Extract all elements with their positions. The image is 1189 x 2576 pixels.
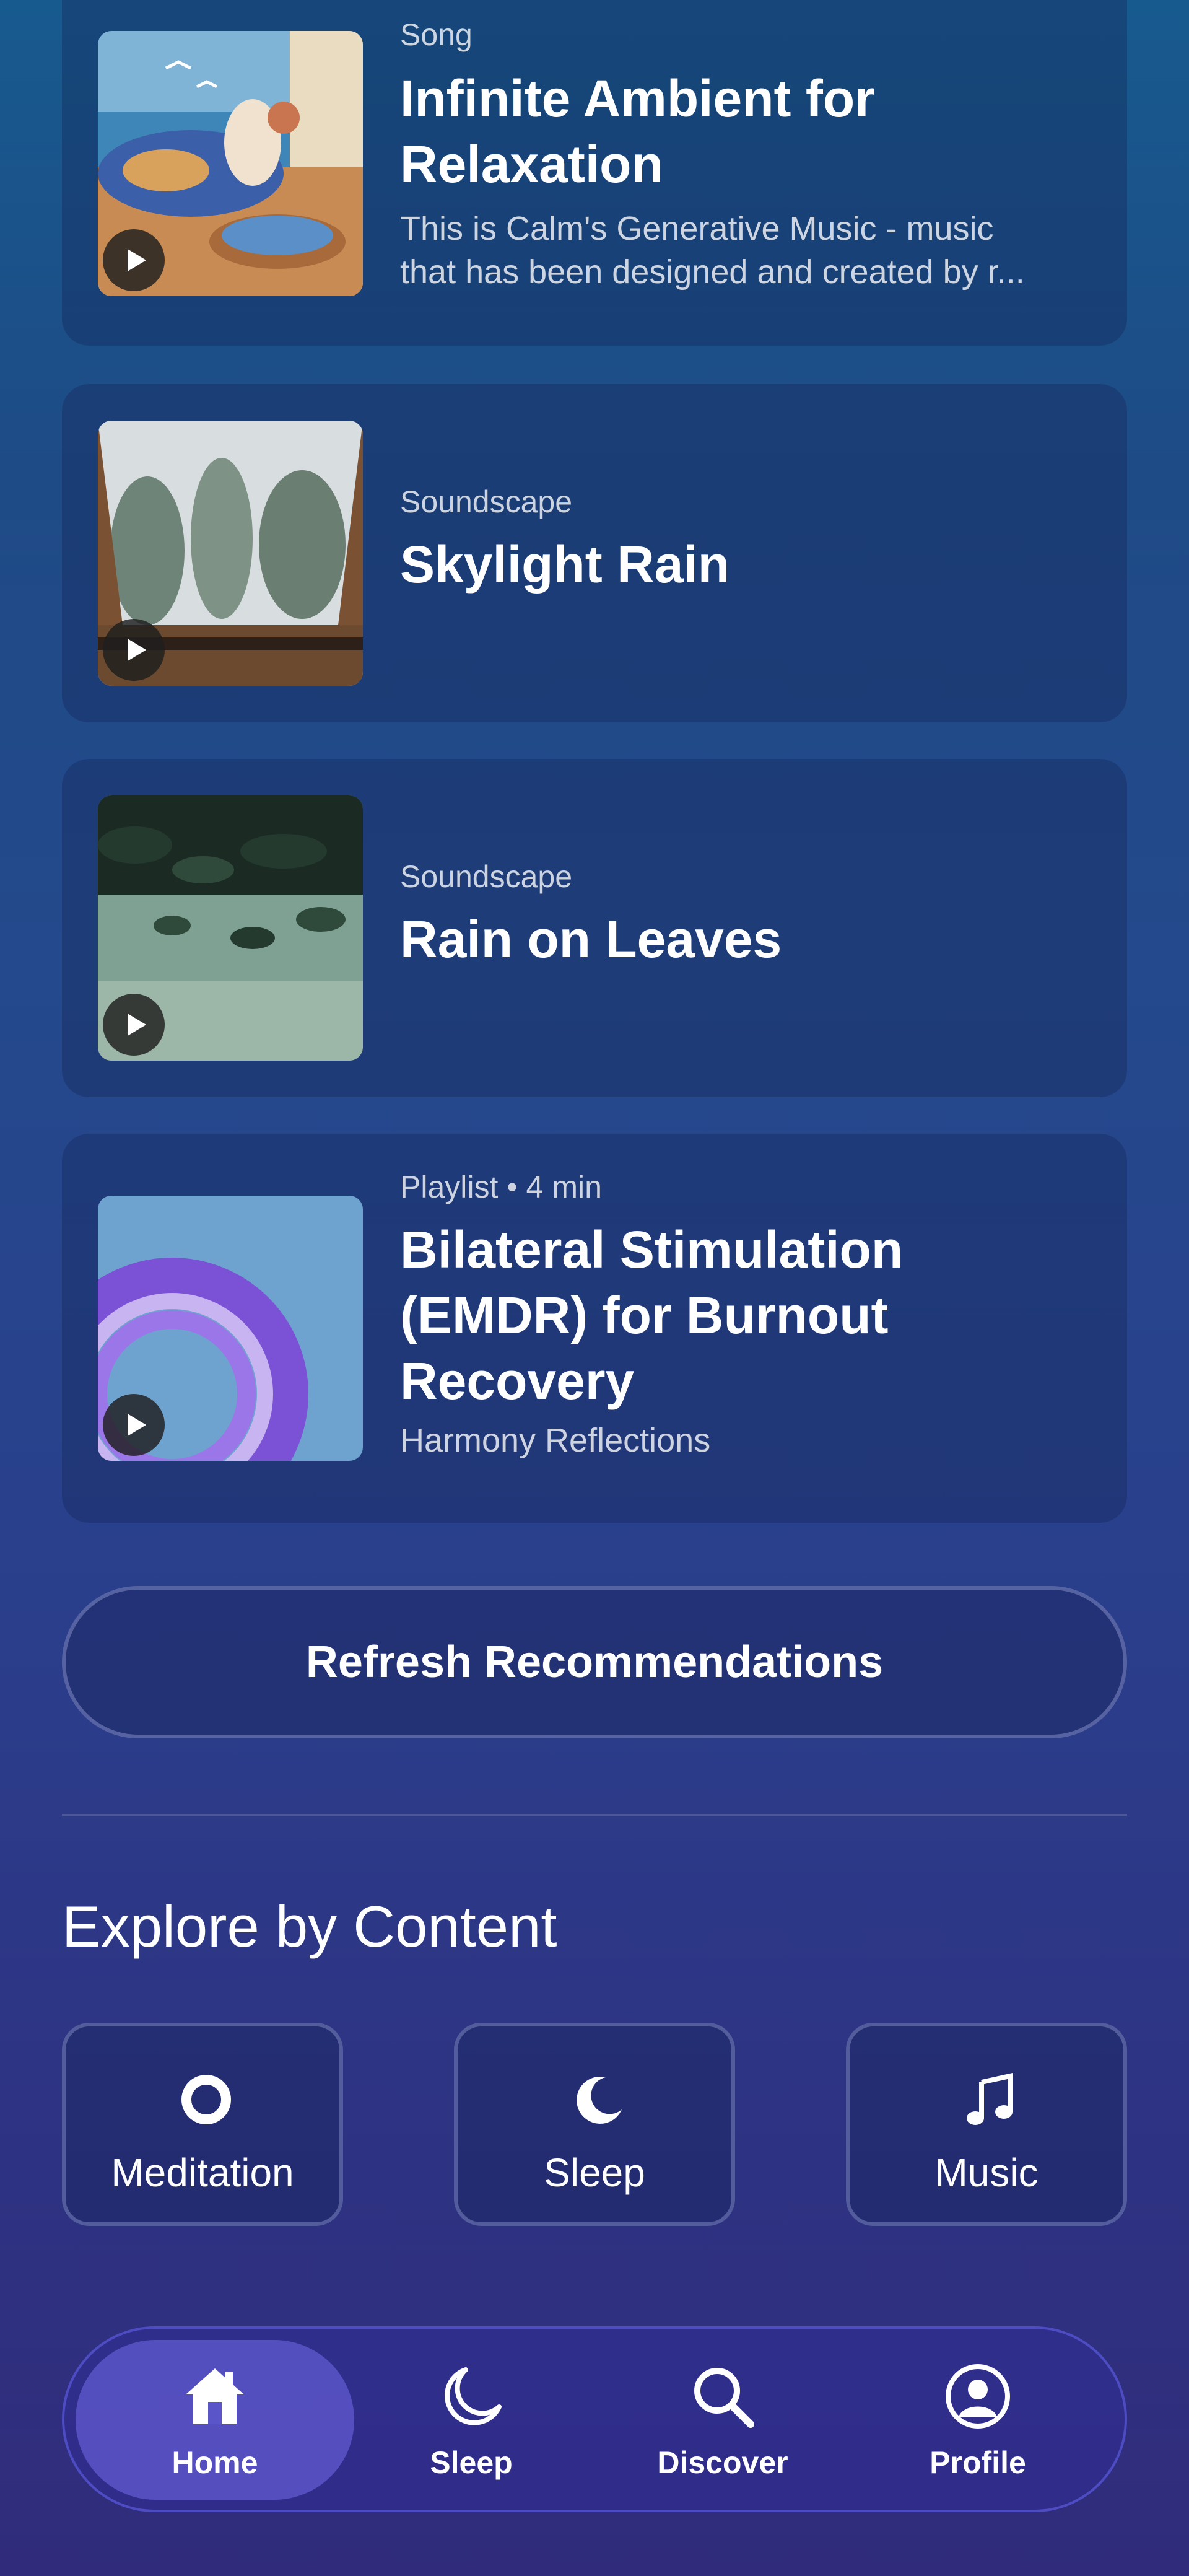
- nav-label: Home: [172, 2445, 258, 2480]
- song-thumbnail[interactable]: [98, 31, 363, 296]
- explore-tile-label: Sleep: [544, 2150, 645, 2195]
- content-description-line: This is Calm's Generative Music - music: [400, 210, 994, 247]
- explore-section-title: Explore by Content: [62, 1894, 557, 1959]
- soundscape-thumbnail[interactable]: [98, 795, 363, 1061]
- content-type: Song: [400, 17, 473, 52]
- recommendation-card[interactable]: Soundscape Rain on Leaves: [62, 759, 1127, 1097]
- content-title-line: Bilateral Stimulation: [400, 1220, 904, 1279]
- nav-label: Profile: [930, 2445, 1026, 2480]
- content-title: Rain on Leaves: [400, 910, 782, 968]
- nav-item-profile[interactable]: Profile: [838, 2340, 1117, 2500]
- refresh-recommendations-button[interactable]: Refresh Recommendations: [62, 1586, 1127, 1738]
- explore-tile-meditation[interactable]: Meditation: [62, 2023, 343, 2226]
- content-description-line: that has been designed and created by r.…: [400, 253, 1025, 291]
- explore-tile-sleep[interactable]: Sleep: [454, 2023, 735, 2226]
- content-title: Bilateral Stimulation (EMDR) for Burnout…: [400, 1217, 1090, 1414]
- moon-icon: [444, 2367, 502, 2425]
- play-icon: [128, 639, 146, 661]
- recommendation-card[interactable]: Playlist • 4 min Bilateral Stimulation (…: [62, 1134, 1127, 1523]
- nav-label: Discover: [657, 2445, 788, 2480]
- play-button[interactable]: [103, 229, 165, 291]
- recommendation-card[interactable]: Soundscape Skylight Rain: [62, 384, 1127, 722]
- play-button[interactable]: [103, 1394, 165, 1456]
- play-button[interactable]: [103, 994, 165, 1056]
- content-type: Soundscape: [400, 484, 573, 519]
- play-icon: [128, 1414, 146, 1436]
- play-icon: [128, 1014, 146, 1036]
- home-icon: [186, 2368, 244, 2424]
- explore-tile-music[interactable]: Music: [846, 2023, 1127, 2226]
- soundscape-thumbnail[interactable]: [98, 421, 363, 686]
- content-title: Infinite Ambient for Relaxation: [400, 66, 1090, 197]
- content-title-line: (EMDR) for Burnout: [400, 1286, 889, 1344]
- play-icon: [128, 249, 146, 271]
- content-description: This is Calm's Generative Music - music …: [400, 207, 1090, 294]
- nav-item-discover[interactable]: Discover: [583, 2340, 862, 2500]
- content-title-line: Recovery: [400, 1352, 635, 1410]
- nav-item-sleep[interactable]: Sleep: [332, 2340, 611, 2500]
- content-type: Soundscape: [400, 859, 573, 894]
- content-type: Playlist • 4 min: [400, 1170, 602, 1204]
- music-note-icon: [967, 2073, 1013, 2125]
- content-title-line: Infinite Ambient for: [400, 69, 875, 128]
- recommendation-card[interactable]: Song Infinite Ambient for Relaxation Thi…: [62, 0, 1127, 346]
- content-title: Skylight Rain: [400, 535, 730, 594]
- bottom-navigation: Home Sleep Discover Profile: [62, 2326, 1127, 2512]
- section-divider: [62, 1814, 1127, 1816]
- explore-tile-label: Music: [934, 2150, 1039, 2195]
- playlist-thumbnail[interactable]: [98, 1196, 363, 1461]
- ring-icon: [181, 2075, 231, 2124]
- profile-icon: [946, 2364, 1010, 2429]
- content-title-line: Relaxation: [400, 135, 663, 193]
- nav-item-home[interactable]: Home: [76, 2340, 354, 2500]
- search-icon: [694, 2368, 754, 2428]
- moon-icon: [577, 2076, 622, 2124]
- explore-tile-label: Meditation: [111, 2150, 294, 2195]
- nav-label: Sleep: [430, 2445, 513, 2480]
- content-author: Harmony Reflections: [400, 1422, 711, 1459]
- play-button[interactable]: [103, 619, 165, 681]
